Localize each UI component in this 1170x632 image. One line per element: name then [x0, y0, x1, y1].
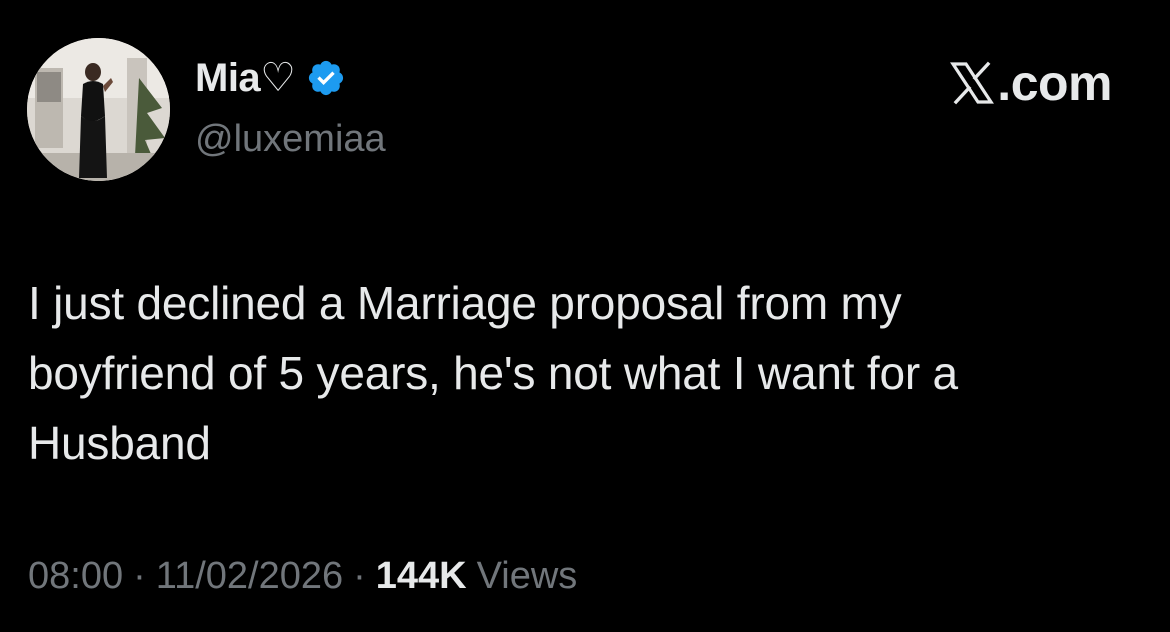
tweet-meta: 08:00 · 11/02/2026 · 144K Views — [28, 555, 577, 598]
tweet-card: Mia♡ @luxemiaa .com I just declined a Ma… — [0, 0, 1170, 632]
meta-separator: · — [133, 555, 146, 597]
verified-badge-icon — [306, 58, 346, 98]
x-logo-icon — [949, 60, 995, 106]
author-name[interactable]: Mia♡ — [195, 55, 296, 101]
views-count[interactable]: 144K — [376, 555, 467, 598]
avatar[interactable] — [27, 38, 170, 181]
meta-separator: · — [353, 555, 366, 597]
avatar-image — [27, 38, 170, 181]
tweet-time[interactable]: 08:00 — [28, 555, 123, 598]
site-label: .com — [949, 54, 1112, 112]
author-name-row: Mia♡ — [195, 54, 346, 102]
tweet-text: I just declined a Marriage proposal from… — [28, 277, 958, 469]
views-label: Views — [476, 555, 578, 597]
author-handle[interactable]: @luxemiaa — [195, 118, 386, 161]
site-domain-text: .com — [997, 55, 1112, 111]
tweet-date[interactable]: 11/02/2026 — [156, 555, 343, 598]
